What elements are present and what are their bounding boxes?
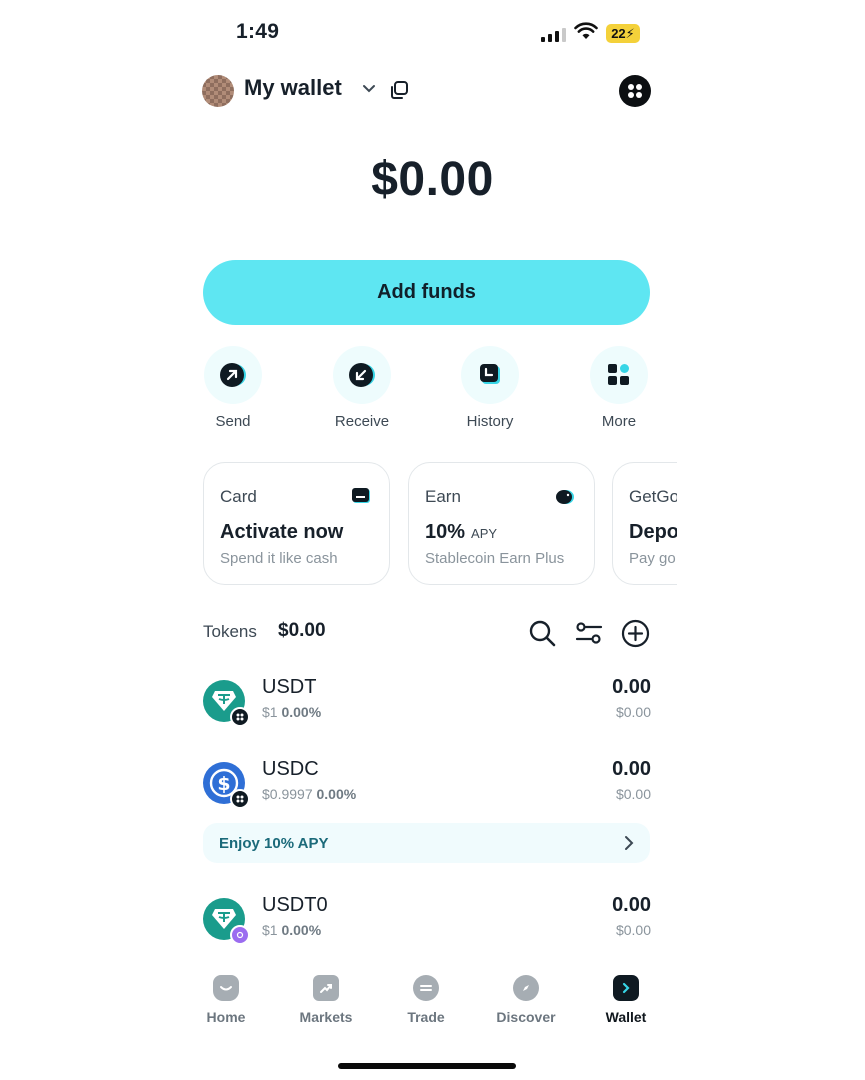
apps-grid-button[interactable] <box>619 75 651 107</box>
history-icon <box>480 364 500 384</box>
nav-trade[interactable]: Trade <box>376 975 476 1025</box>
card-headline: Activate now <box>220 521 344 543</box>
token-row-usdt[interactable]: USDT $1 0.00% 0.00 $0.00 <box>203 676 651 740</box>
piggy-bank-icon <box>556 490 574 504</box>
status-time: 1:49 <box>236 20 280 43</box>
card-kind: Earn <box>425 487 461 506</box>
network-badge-icon <box>230 789 250 809</box>
token-symbol: USDC <box>262 758 319 780</box>
avatar[interactable] <box>202 75 234 107</box>
card-kind: Card <box>220 487 257 506</box>
promo-text: Enjoy 10% APY <box>219 834 329 852</box>
token-price: $0.9997 0.00% <box>262 786 357 802</box>
network-badge-icon <box>230 707 250 727</box>
svg-text:$: $ <box>217 773 230 795</box>
token-value: $0.00 <box>615 704 651 720</box>
action-label: History <box>466 413 514 430</box>
home-indicator[interactable] <box>338 1063 516 1069</box>
chevron-right-icon <box>625 836 634 850</box>
search-icon[interactable] <box>528 619 556 647</box>
filter-icon[interactable] <box>575 619 603 647</box>
card-activate[interactable]: Card Activate now Spend it like cash <box>203 462 390 585</box>
nav-label: Discover <box>496 1009 556 1025</box>
grid-icon <box>608 364 629 385</box>
action-label: More <box>601 413 637 430</box>
nav-label: Trade <box>407 1009 445 1025</box>
action-label: Send <box>215 413 251 430</box>
card-icon <box>352 488 370 503</box>
card-subtitle: Stablecoin Earn Plus <box>425 550 565 567</box>
nav-wallet[interactable]: Wallet <box>576 975 676 1025</box>
arrow-down-left-icon <box>349 363 375 387</box>
card-subtitle: Pay go <box>629 550 676 567</box>
token-price: $1 0.00% <box>262 922 322 938</box>
action-history[interactable]: History <box>445 346 535 446</box>
add-token-icon[interactable] <box>621 619 650 648</box>
token-amount: 0.00 <box>612 758 651 780</box>
card-headline: 10% APY <box>425 521 498 543</box>
token-value: $0.00 <box>615 786 651 802</box>
home-icon <box>213 975 239 1001</box>
network-badge-icon <box>230 925 250 945</box>
action-send[interactable]: Send <box>188 346 278 446</box>
wallet-selector[interactable]: My wallet <box>244 75 342 101</box>
token-amount: 0.00 <box>612 894 651 916</box>
token-symbol: USDT0 <box>262 894 328 916</box>
promo-cards-carousel[interactable]: Card Activate now Spend it like cash Ear… <box>0 455 677 595</box>
arrow-up-right-icon <box>220 363 246 387</box>
wifi-icon <box>574 22 598 39</box>
trade-icon <box>413 975 439 1001</box>
card-headline: Deposit <box>629 521 677 543</box>
earn-promo-banner[interactable]: Enjoy 10% APY <box>203 823 650 863</box>
nav-label: Home <box>206 1009 246 1025</box>
add-funds-button[interactable]: Add funds <box>203 260 650 325</box>
tokens-total: $0.00 <box>278 620 326 641</box>
token-row-usdt0[interactable]: USDT0 $1 0.00% 0.00 $0.00 <box>203 894 651 958</box>
signal-icon <box>541 26 567 42</box>
token-symbol: USDT <box>262 676 317 698</box>
nav-label: Markets <box>299 1009 353 1025</box>
token-amount: 0.00 <box>612 676 651 698</box>
nav-label: Wallet <box>605 1009 647 1025</box>
tokens-label: Tokens <box>203 622 257 641</box>
token-price: $1 0.00% <box>262 704 322 720</box>
action-label: Receive <box>334 413 390 430</box>
battery-indicator: 22 ⚡ <box>606 24 640 43</box>
grid-icon <box>628 84 642 98</box>
card-earn[interactable]: Earn 10% APY Stablecoin Earn Plus <box>408 462 595 585</box>
token-value: $0.00 <box>615 922 651 938</box>
markets-icon <box>313 975 339 1001</box>
wallet-icon <box>613 975 639 1001</box>
chevron-down-icon[interactable] <box>362 84 376 94</box>
action-receive[interactable]: Receive <box>317 346 407 446</box>
nav-markets[interactable]: Markets <box>276 975 376 1025</box>
compass-icon <box>513 975 539 1001</box>
action-more[interactable]: More <box>574 346 664 446</box>
bottom-nav: Home Markets Trade Discover Wallet <box>176 965 676 1035</box>
card-kind: GetGo <box>629 487 677 506</box>
copy-icon[interactable] <box>389 80 409 100</box>
token-row-usdc[interactable]: $ USDC $0.9997 0.00% 0.00 $0.00 <box>203 758 651 822</box>
nav-home[interactable]: Home <box>176 975 276 1025</box>
card-subtitle: Spend it like cash <box>220 550 338 567</box>
total-balance: $0.00 <box>371 153 494 206</box>
card-getgo[interactable]: GetGo Deposit Pay go <box>612 462 677 585</box>
nav-discover[interactable]: Discover <box>476 975 576 1025</box>
